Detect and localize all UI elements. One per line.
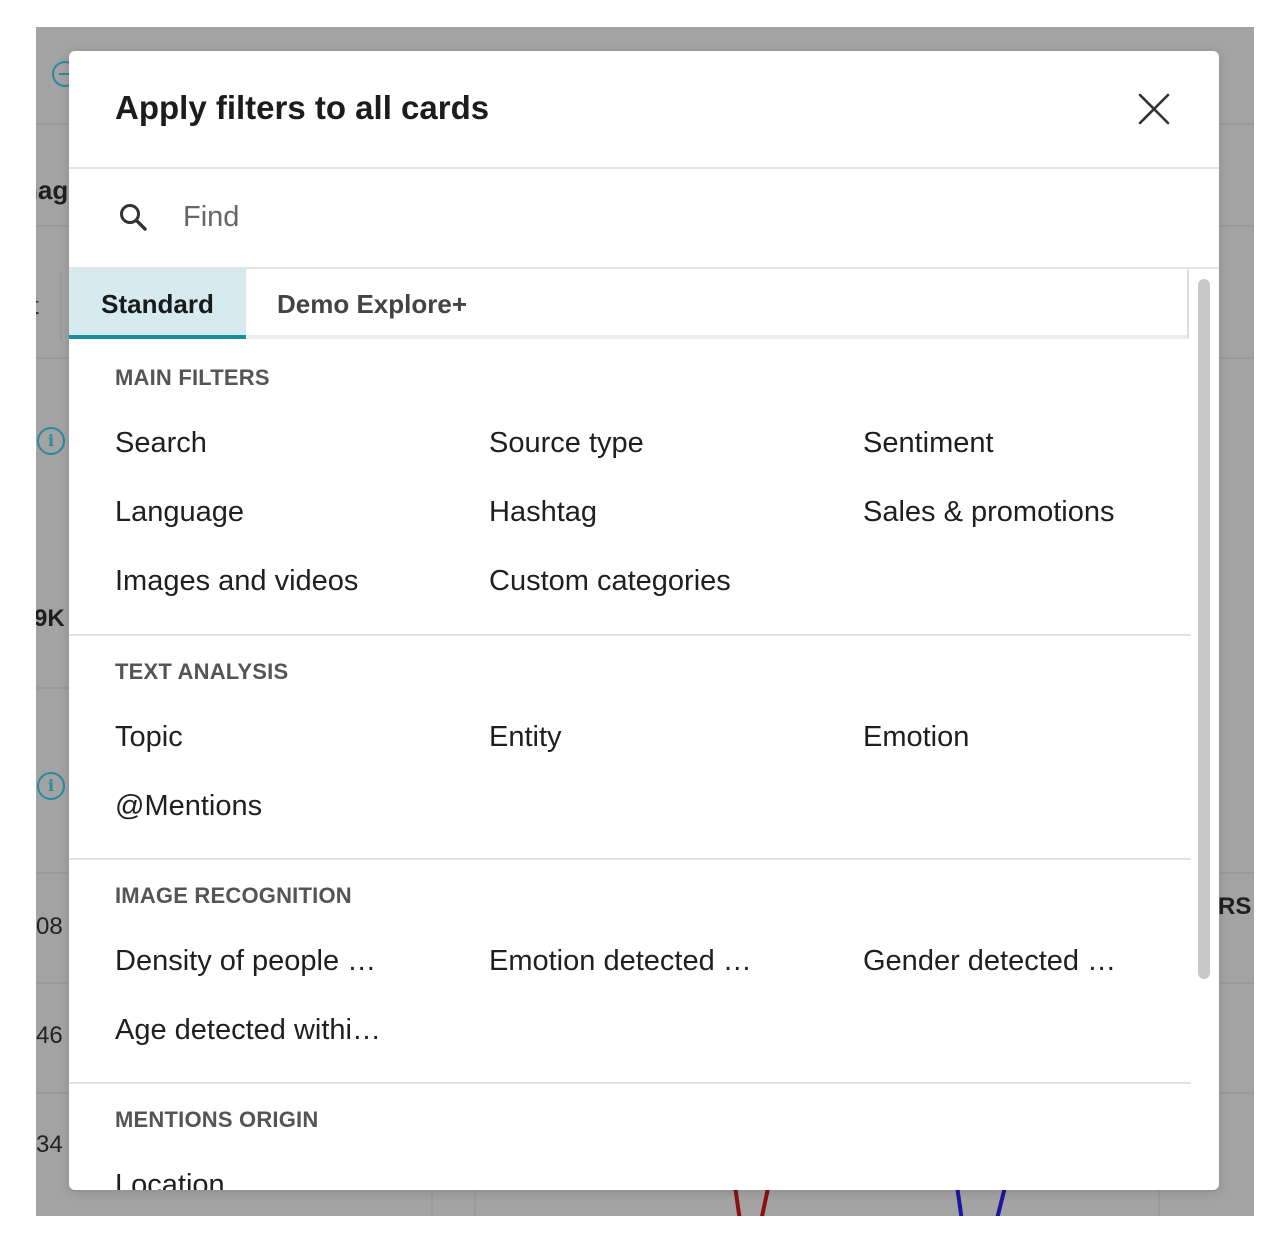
chart-stroke	[733, 1186, 743, 1216]
scrollbar[interactable]	[1195, 273, 1215, 1190]
bg-text-fragment: RS	[1218, 893, 1252, 920]
chart-stroke	[993, 1187, 1007, 1216]
bg-text-fragment: 08	[36, 913, 63, 940]
filter-item-emotion-detected[interactable]: Emotion detected …	[489, 945, 752, 978]
section-label: TEXT ANALYSIS	[115, 659, 289, 684]
section-main-filters: MAIN FILTERS Search Source type Sentimen…	[69, 339, 1191, 636]
filter-item-mentions[interactable]: @Mentions	[115, 790, 262, 823]
modal-header: Apply filters to all cards	[69, 51, 1219, 169]
filter-item-custom-categories[interactable]: Custom categories	[489, 565, 731, 598]
section-label: MAIN FILTERS	[115, 365, 270, 390]
filter-item-gender-detected[interactable]: Gender detected …	[863, 945, 1116, 978]
bg-text-fragment: t	[36, 293, 39, 321]
divider	[431, 1190, 433, 1216]
filter-item-source-type[interactable]: Source type	[489, 427, 644, 460]
search-bar	[69, 169, 1219, 269]
bg-text-fragment: 9K	[36, 605, 65, 632]
filter-item-density-of-people[interactable]: Density of people …	[115, 945, 376, 978]
tab-bar: Standard Demo Explore+	[69, 269, 1189, 339]
search-icon	[120, 204, 147, 231]
tab-demo-explore-plus[interactable]: Demo Explore+	[277, 269, 467, 339]
filter-item-entity[interactable]: Entity	[489, 721, 562, 754]
section-image-recognition: IMAGE RECOGNITION Density of people … Em…	[69, 860, 1191, 1084]
filter-item-hashtag[interactable]: Hashtag	[489, 496, 597, 529]
chart-stroke	[757, 1187, 771, 1216]
info-icon: i	[37, 427, 65, 455]
filter-list: Standard Demo Explore+ MAIN FILTERS Sear…	[69, 269, 1191, 1190]
section-label: IMAGE RECOGNITION	[115, 883, 352, 908]
filter-item-age-detected[interactable]: Age detected withi…	[115, 1014, 381, 1047]
close-icon	[1138, 93, 1170, 125]
section-label: MENTIONS ORIGIN	[115, 1107, 319, 1132]
section-mentions-origin: MENTIONS ORIGIN Location	[69, 1084, 1191, 1190]
info-icon: i	[37, 772, 65, 800]
bg-text-fragment: 46	[36, 1022, 63, 1049]
filter-item-sales-promotions[interactable]: Sales & promotions	[863, 496, 1114, 529]
tab-standard[interactable]: Standard	[69, 269, 246, 339]
filter-modal: Apply filters to all cards Standard Demo…	[69, 51, 1219, 1190]
divider	[60, 271, 62, 341]
scrollbar-thumb[interactable]	[1198, 279, 1210, 979]
divider	[474, 1190, 476, 1216]
section-text-analysis: TEXT ANALYSIS Topic Entity Emotion @Ment…	[69, 636, 1191, 860]
filter-item-images-videos[interactable]: Images and videos	[115, 565, 358, 598]
bg-text-fragment: nag	[36, 175, 69, 205]
filter-item-search[interactable]: Search	[115, 427, 207, 460]
filter-item-topic[interactable]: Topic	[115, 721, 183, 754]
divider	[1158, 1190, 1160, 1216]
filter-item-sentiment[interactable]: Sentiment	[863, 427, 994, 460]
modal-title: Apply filters to all cards	[115, 89, 490, 126]
filter-item-location[interactable]: Location	[115, 1169, 225, 1190]
filter-item-emotion[interactable]: Emotion	[863, 721, 969, 754]
filter-item-language[interactable]: Language	[115, 496, 244, 529]
search-input[interactable]	[183, 197, 1083, 237]
bg-text-fragment: 34	[36, 1131, 63, 1158]
chart-stroke	[955, 1186, 965, 1216]
close-button[interactable]	[1135, 90, 1173, 128]
